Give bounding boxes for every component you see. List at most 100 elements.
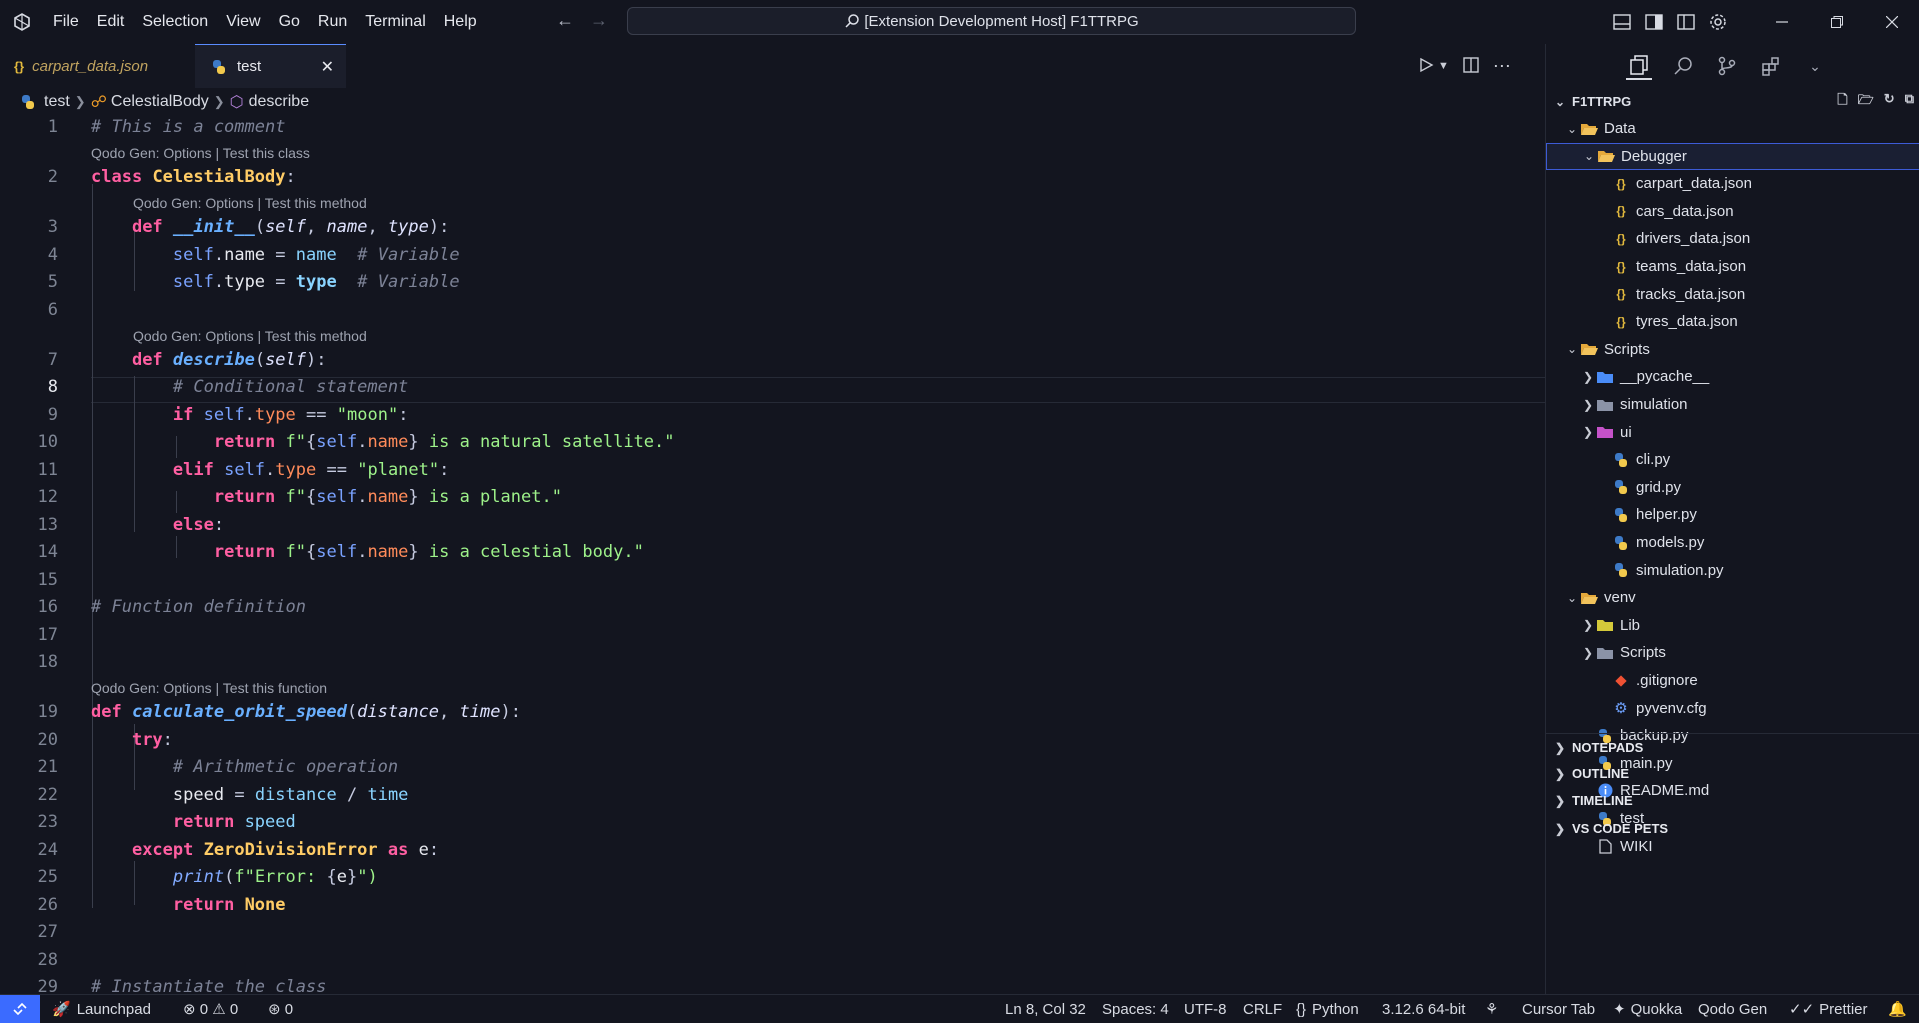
- tree-item[interactable]: ⌄ Debugger: [1546, 142, 1919, 170]
- code-editor[interactable]: 1 2 3 4 5 6 7 8 9 10 11 12 13 14 15 16 1…: [0, 116, 1545, 994]
- breadcrumb-method[interactable]: describe: [249, 93, 309, 111]
- tree-item[interactable]: simulation.py: [1546, 557, 1919, 584]
- language-mode[interactable]: {} Python: [1296, 995, 1359, 1023]
- tree-item[interactable]: ❯ simulation: [1546, 391, 1919, 418]
- python-icon: [1612, 452, 1630, 468]
- tree-item[interactable]: ❯ ui: [1546, 419, 1919, 446]
- run-icon[interactable]: [1418, 57, 1434, 76]
- restore-icon[interactable]: [1809, 0, 1864, 44]
- tree-item[interactable]: .gitignore: [1546, 667, 1919, 694]
- quokka[interactable]: ✦ Quokka: [1613, 995, 1682, 1023]
- menu-go[interactable]: Go: [270, 0, 309, 44]
- menu-selection[interactable]: Selection: [133, 0, 217, 44]
- menu-help[interactable]: Help: [435, 0, 486, 44]
- tree-item[interactable]: ⌄ venv: [1546, 584, 1919, 611]
- title-bar: File Edit Selection View Go Run Terminal…: [0, 0, 1919, 44]
- editor-actions: ▼ ⋯: [1418, 44, 1511, 88]
- menu-run[interactable]: Run: [309, 0, 356, 44]
- qodo-gen[interactable]: Qodo Gen: [1698, 995, 1767, 1023]
- tree-item[interactable]: {} teams_data.json: [1546, 253, 1919, 280]
- tree-item[interactable]: ❯ Lib: [1546, 612, 1919, 639]
- cursor-tab[interactable]: Cursor Tab: [1522, 995, 1595, 1023]
- section-notepads[interactable]: ❯ NOTEPADS: [1546, 733, 1919, 761]
- settings-gear-icon[interactable]: [1702, 0, 1734, 44]
- close-window-icon[interactable]: [1864, 0, 1919, 44]
- tree-item[interactable]: ❯ __pycache__: [1546, 363, 1919, 390]
- remote-indicator-icon[interactable]: [0, 995, 40, 1023]
- tree-item[interactable]: ❯ Scripts: [1546, 639, 1919, 666]
- tree-item-label: simulation.py: [1636, 561, 1724, 579]
- codelens-method[interactable]: Qodo Gen: Options | Test this method: [133, 328, 367, 344]
- tree-item[interactable]: {} tracks_data.json: [1546, 281, 1919, 308]
- tree-item[interactable]: ⌄ Data: [1546, 115, 1919, 142]
- tree-item[interactable]: models.py: [1546, 529, 1919, 556]
- menu-view[interactable]: View: [217, 0, 269, 44]
- tree-item[interactable]: ⌄ Scripts: [1546, 336, 1919, 363]
- forward-arrow-icon[interactable]: →: [590, 10, 608, 31]
- line-ending[interactable]: CRLF: [1243, 995, 1282, 1023]
- tree-item[interactable]: cli.py: [1546, 446, 1919, 473]
- more-actions-icon[interactable]: ⋯: [1493, 56, 1511, 77]
- files-icon[interactable]: [1626, 52, 1652, 80]
- breadcrumb-file[interactable]: test: [44, 93, 70, 111]
- prettier[interactable]: ✓✓ Prettier: [1789, 995, 1868, 1023]
- tree-item[interactable]: {} carpart_data.json: [1546, 170, 1919, 197]
- chevron-right-icon: ❯: [1582, 369, 1594, 384]
- python-icon: [1612, 562, 1630, 578]
- search-icon[interactable]: [1670, 53, 1696, 79]
- codelens-class[interactable]: Qodo Gen: Options | Test this class: [91, 145, 310, 161]
- tree-item[interactable]: grid.py: [1546, 474, 1919, 501]
- tree-item[interactable]: helper.py: [1546, 501, 1919, 528]
- extensions-icon[interactable]: [1758, 53, 1784, 79]
- problems-indicator[interactable]: ⊗ 0 ⚠ 0: [183, 995, 238, 1023]
- back-arrow-icon[interactable]: ←: [556, 10, 574, 31]
- tree-item-label: Lib: [1620, 616, 1641, 634]
- close-tab-icon[interactable]: ✕: [321, 57, 334, 77]
- command-center[interactable]: [Extension Development Host] F1TTRPG: [627, 7, 1356, 35]
- cursor-position[interactable]: Ln 8, Col 32: [1005, 995, 1086, 1023]
- breadcrumb-class[interactable]: CelestialBody: [111, 93, 209, 111]
- toggle-primary-sidebar-icon[interactable]: [1606, 0, 1638, 44]
- section-vscode-pets[interactable]: ❯ VS CODE PETS: [1546, 815, 1919, 842]
- collapse-all-icon[interactable]: ⧉: [1905, 91, 1914, 113]
- menu-terminal[interactable]: Terminal: [356, 0, 434, 44]
- new-file-icon[interactable]: 🗋: [1837, 91, 1847, 113]
- tab-test[interactable]: test ✕: [195, 44, 346, 88]
- tree-item[interactable]: {} tyres_data.json: [1546, 308, 1919, 335]
- menu-file[interactable]: File: [44, 0, 88, 44]
- folder-icon: [1596, 397, 1614, 413]
- refresh-icon[interactable]: ↻: [1884, 91, 1895, 113]
- minimize-icon[interactable]: [1754, 0, 1809, 44]
- codelens-method[interactable]: Qodo Gen: Options | Test this method: [133, 195, 367, 211]
- chevron-down-icon[interactable]: ▼: [1438, 60, 1449, 72]
- ports-indicator[interactable]: ⊛ 0: [268, 995, 293, 1023]
- code-line: try:: [131, 730, 173, 750]
- copilot-icon[interactable]: ⚘: [1485, 995, 1498, 1023]
- encoding[interactable]: UTF-8: [1184, 995, 1227, 1023]
- tree-item[interactable]: {} drivers_data.json: [1546, 225, 1919, 252]
- source-control-icon[interactable]: [1714, 53, 1740, 79]
- tree-item[interactable]: ⚙ pyvenv.cfg: [1546, 695, 1919, 722]
- indentation[interactable]: Spaces: 4: [1102, 995, 1169, 1023]
- line-number: 14: [37, 542, 58, 562]
- notifications-bell-icon[interactable]: 🔔: [1888, 995, 1907, 1023]
- explorer-root[interactable]: ⌄ F1TTRPG 🗋 🗁 ↻ ⧉: [1546, 88, 1919, 115]
- chevron-right-icon: ❯: [1554, 766, 1566, 781]
- app-logo-icon: [0, 0, 44, 44]
- code-line: # Arithmetic operation: [172, 757, 399, 777]
- line-number: 7: [47, 350, 58, 370]
- launchpad[interactable]: 🚀 Launchpad: [52, 995, 151, 1023]
- section-outline[interactable]: ❯ OUTLINE: [1546, 760, 1919, 787]
- new-folder-icon[interactable]: 🗁: [1858, 91, 1874, 113]
- chevron-down-icon[interactable]: ⌄: [1802, 53, 1828, 79]
- menu-edit[interactable]: Edit: [88, 0, 134, 44]
- split-editor-icon[interactable]: [1463, 56, 1479, 76]
- python-interpreter[interactable]: 3.12.6 64-bit: [1382, 995, 1465, 1023]
- toggle-secondary-sidebar-icon[interactable]: [1670, 0, 1702, 44]
- section-timeline[interactable]: ❯ TIMELINE: [1546, 787, 1919, 814]
- tab-carpart-data[interactable]: {} carpart_data.json: [0, 44, 195, 88]
- ports-count: 0: [284, 1000, 294, 1018]
- tree-item[interactable]: {} cars_data.json: [1546, 198, 1919, 225]
- codelens-function[interactable]: Qodo Gen: Options | Test this function: [91, 680, 327, 696]
- toggle-panel-icon[interactable]: [1638, 0, 1670, 44]
